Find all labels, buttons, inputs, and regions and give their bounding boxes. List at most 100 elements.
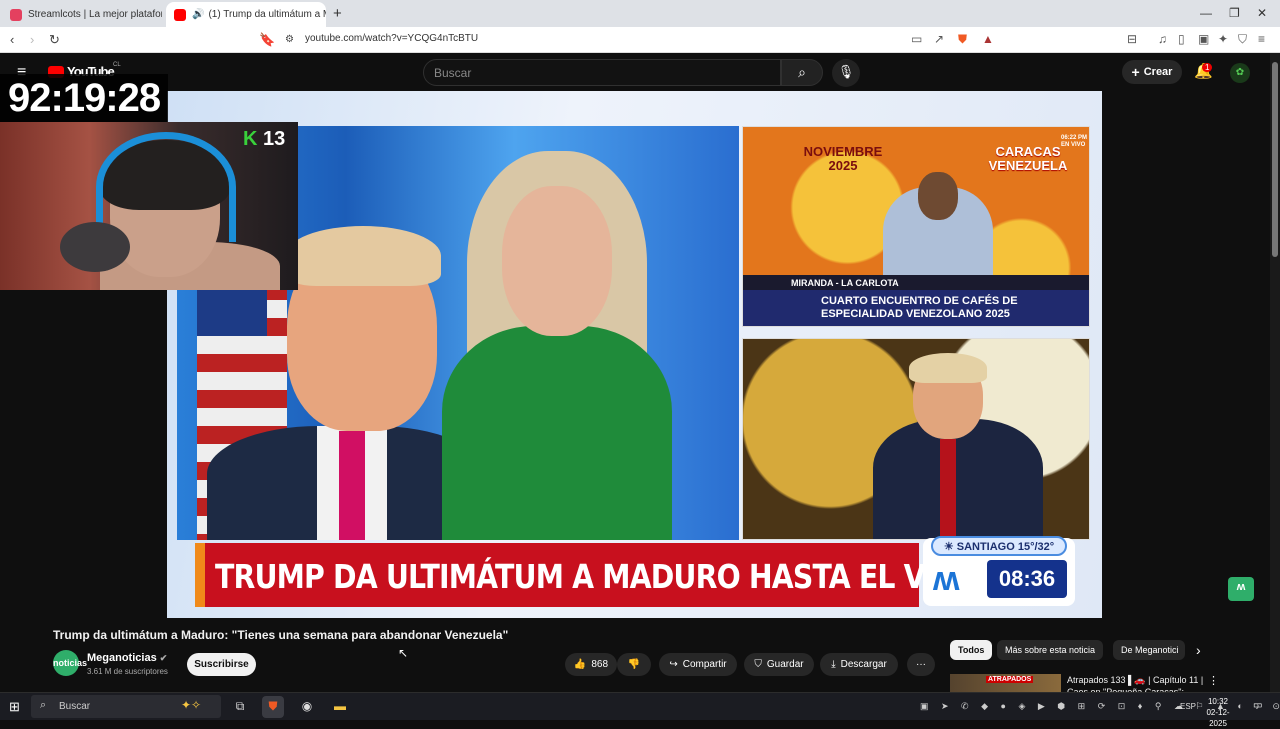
save-button[interactable]: ⛉ Guardar xyxy=(744,653,814,676)
anchor-face xyxy=(502,186,612,336)
k-logo-icon: K xyxy=(243,128,258,150)
subscribe-button[interactable]: Suscribirse xyxy=(187,653,256,676)
bookmark-save-icon: ⛉ xyxy=(754,659,762,670)
trump-tie xyxy=(339,431,365,540)
cast-icon[interactable]: ▭ xyxy=(911,32,922,46)
chips-next-arrow-icon[interactable]: › xyxy=(1196,642,1201,658)
taskbar-search-icon: ⌕ xyxy=(40,699,47,711)
anchor-dress xyxy=(442,326,672,540)
stream-timer: 92:19:28 xyxy=(0,74,168,122)
site-info-icon[interactable]: ⚙ xyxy=(285,34,294,45)
venezuela-event-panel: NOVIEMBRE 2025 CARACAS VENEZUELA 06:22 P… xyxy=(742,126,1090,327)
thumbnail-title-text: ATRAPADOS xyxy=(986,676,1034,683)
headset-icon xyxy=(96,132,236,242)
chip-todos[interactable]: Todos xyxy=(950,640,993,660)
tab-label: Streamlcots | La mejor plataforma pa xyxy=(28,9,162,20)
meganoticias-floating-icon[interactable]: ʍ xyxy=(1228,577,1254,601)
tab-youtube-video[interactable]: 🔊 (1) Trump da ultimátum a Ma ✕ xyxy=(166,2,326,27)
plus-icon: + xyxy=(1131,64,1140,80)
windows-start-icon[interactable]: ⊞ xyxy=(9,699,20,715)
tab-search-icon[interactable]: ⊟ xyxy=(1127,32,1137,46)
thumbs-down-icon: 👎 xyxy=(627,659,641,670)
obs-icon[interactable]: ◉ xyxy=(296,696,318,718)
broadcast-time: 08:36 xyxy=(987,560,1067,598)
save-label: Guardar xyxy=(766,659,804,670)
event-banner: CUARTO ENCUENTRO DE CAFÉS DE ESPECIALIDA… xyxy=(743,290,1089,326)
back-arrow-icon[interactable]: ‹ xyxy=(10,32,14,47)
search-button[interactable]: ⌕ xyxy=(781,59,823,86)
suggested-video-thumbnail[interactable]: ATRAPADOS xyxy=(950,674,1061,692)
download-button[interactable]: ⤓ Descargar xyxy=(820,653,898,676)
chip-more-news[interactable]: Más sobre esta noticia xyxy=(997,640,1104,660)
create-label: Crear xyxy=(1143,66,1173,78)
language-indicator[interactable]: ESP xyxy=(1180,702,1196,711)
live-time: 06:22 PM EN VIVO xyxy=(1061,135,1088,148)
maximize-button[interactable]: ❐ xyxy=(1229,6,1240,20)
youtube-favicon-icon xyxy=(174,8,186,21)
voice-search-button[interactable]: 🎙 xyxy=(832,59,860,87)
scrollbar-thumb[interactable] xyxy=(1272,62,1278,257)
maduro-head xyxy=(918,172,958,220)
sidebar-icon[interactable]: ▯ xyxy=(1178,32,1185,46)
video-player[interactable]: NOVIEMBRE 2025 CARACAS VENEZUELA 06:22 P… xyxy=(167,91,1102,618)
forward-arrow-icon[interactable]: › xyxy=(30,32,34,47)
browser-tab-bar: Streamlcots | La mejor plataforma pa 🔊 (… xyxy=(0,0,1280,27)
channel-avatar[interactable]: noticias xyxy=(53,650,87,676)
create-button[interactable]: + Crear xyxy=(1122,60,1182,84)
news-chyron: TRUMP DA ULTIMÁTUM A MADURO HASTA EL VIE… xyxy=(195,543,1036,607)
more-actions-button[interactable]: ··· xyxy=(907,653,935,676)
streamlcots-favicon-icon xyxy=(10,8,22,21)
new-tab-button[interactable]: + xyxy=(333,5,342,22)
url-field[interactable]: youtube.com/watch?v=YCQG4nTcBTU xyxy=(305,33,478,44)
search-icon: ⌕ xyxy=(798,64,806,80)
microphone-icon: 🎙 xyxy=(837,64,855,79)
avatar[interactable]: ✿ xyxy=(1230,63,1250,83)
taskbar-search[interactable]: ⌕ Buscar ✦✧ xyxy=(31,695,221,718)
mega-logo-icon: ʍ xyxy=(933,560,960,598)
share-button[interactable]: ↪ Compartir xyxy=(659,653,737,676)
suggested-video-title[interactable]: Atrapados 133 ▌🚗 | Capítulo 11 | Caos en… xyxy=(1067,674,1207,692)
download-icon: ⤓ xyxy=(831,659,836,670)
taskbar-clock[interactable]: 10:32 02-12-2025 xyxy=(1198,696,1238,729)
minimize-button[interactable]: — xyxy=(1200,6,1212,20)
reload-icon[interactable]: ↻ xyxy=(49,32,60,48)
more-dots-icon: ··· xyxy=(916,659,926,670)
menu-icon[interactable]: ≡ xyxy=(1258,32,1265,46)
vpn-icon[interactable]: ⛉ xyxy=(1238,32,1247,47)
weather-clock-widget: ☀ SANTIAGO 15°/32° ʍ 08:36 xyxy=(923,536,1075,606)
suggested-more-icon[interactable]: ⋮ xyxy=(1208,674,1219,687)
share-icon[interactable]: ↗ xyxy=(934,32,944,46)
subscriber-count: 3.61 M de suscriptores xyxy=(87,667,168,676)
weather-text: SANTIAGO 15°/32° xyxy=(956,541,1055,553)
chyron-headline: TRUMP DA ULTIMÁTUM A MADURO HASTA EL VIE… xyxy=(215,557,1036,596)
chip-from-channel[interactable]: De Meganotici xyxy=(1113,640,1185,660)
leo-icon[interactable]: ✦ xyxy=(1218,32,1228,46)
file-explorer-icon[interactable]: ▬ xyxy=(329,696,351,718)
task-view-icon[interactable]: ⧉ xyxy=(229,696,251,718)
music-icon[interactable]: ♫ xyxy=(1158,32,1167,46)
trump-hair-inset xyxy=(909,353,987,383)
dislike-button[interactable]: 👎 xyxy=(617,653,651,676)
wallet-icon[interactable]: ▣ xyxy=(1198,32,1209,46)
brave-browser-icon[interactable]: ⛊ xyxy=(262,696,284,718)
channel-name[interactable]: Meganoticias ✔ xyxy=(87,652,167,664)
event-month: NOVIEMBRE 2025 xyxy=(803,144,883,173)
like-count: 868 xyxy=(591,659,609,670)
like-button[interactable]: 👍 868 xyxy=(565,653,617,676)
country-code: CL xyxy=(113,62,121,68)
search-highlight-icon: ✦✧ xyxy=(181,698,202,712)
notification-center-icon[interactable]: ▭ xyxy=(1253,700,1262,711)
search-input[interactable]: Buscar xyxy=(423,59,781,86)
share-label: Compartir xyxy=(682,659,727,670)
clock-time: 10:32 xyxy=(1207,697,1229,706)
brave-shield-icon[interactable]: ⛊ xyxy=(958,32,967,47)
tab-streamlcots[interactable]: Streamlcots | La mejor plataforma pa xyxy=(2,2,162,27)
rewards-icon[interactable]: ▲ xyxy=(982,32,994,46)
trump-tie-inset xyxy=(940,439,956,539)
close-window-button[interactable]: ✕ xyxy=(1257,6,1267,20)
video-title: Trump da ultimátum a Maduro: "Tienes una… xyxy=(53,628,509,642)
channel-name-text: Meganoticias xyxy=(87,652,157,664)
bookmark-icon[interactable]: 🔖 xyxy=(259,32,275,48)
download-label: Descargar xyxy=(840,659,887,670)
tab-label: (1) Trump da ultimátum a Ma xyxy=(208,9,326,20)
